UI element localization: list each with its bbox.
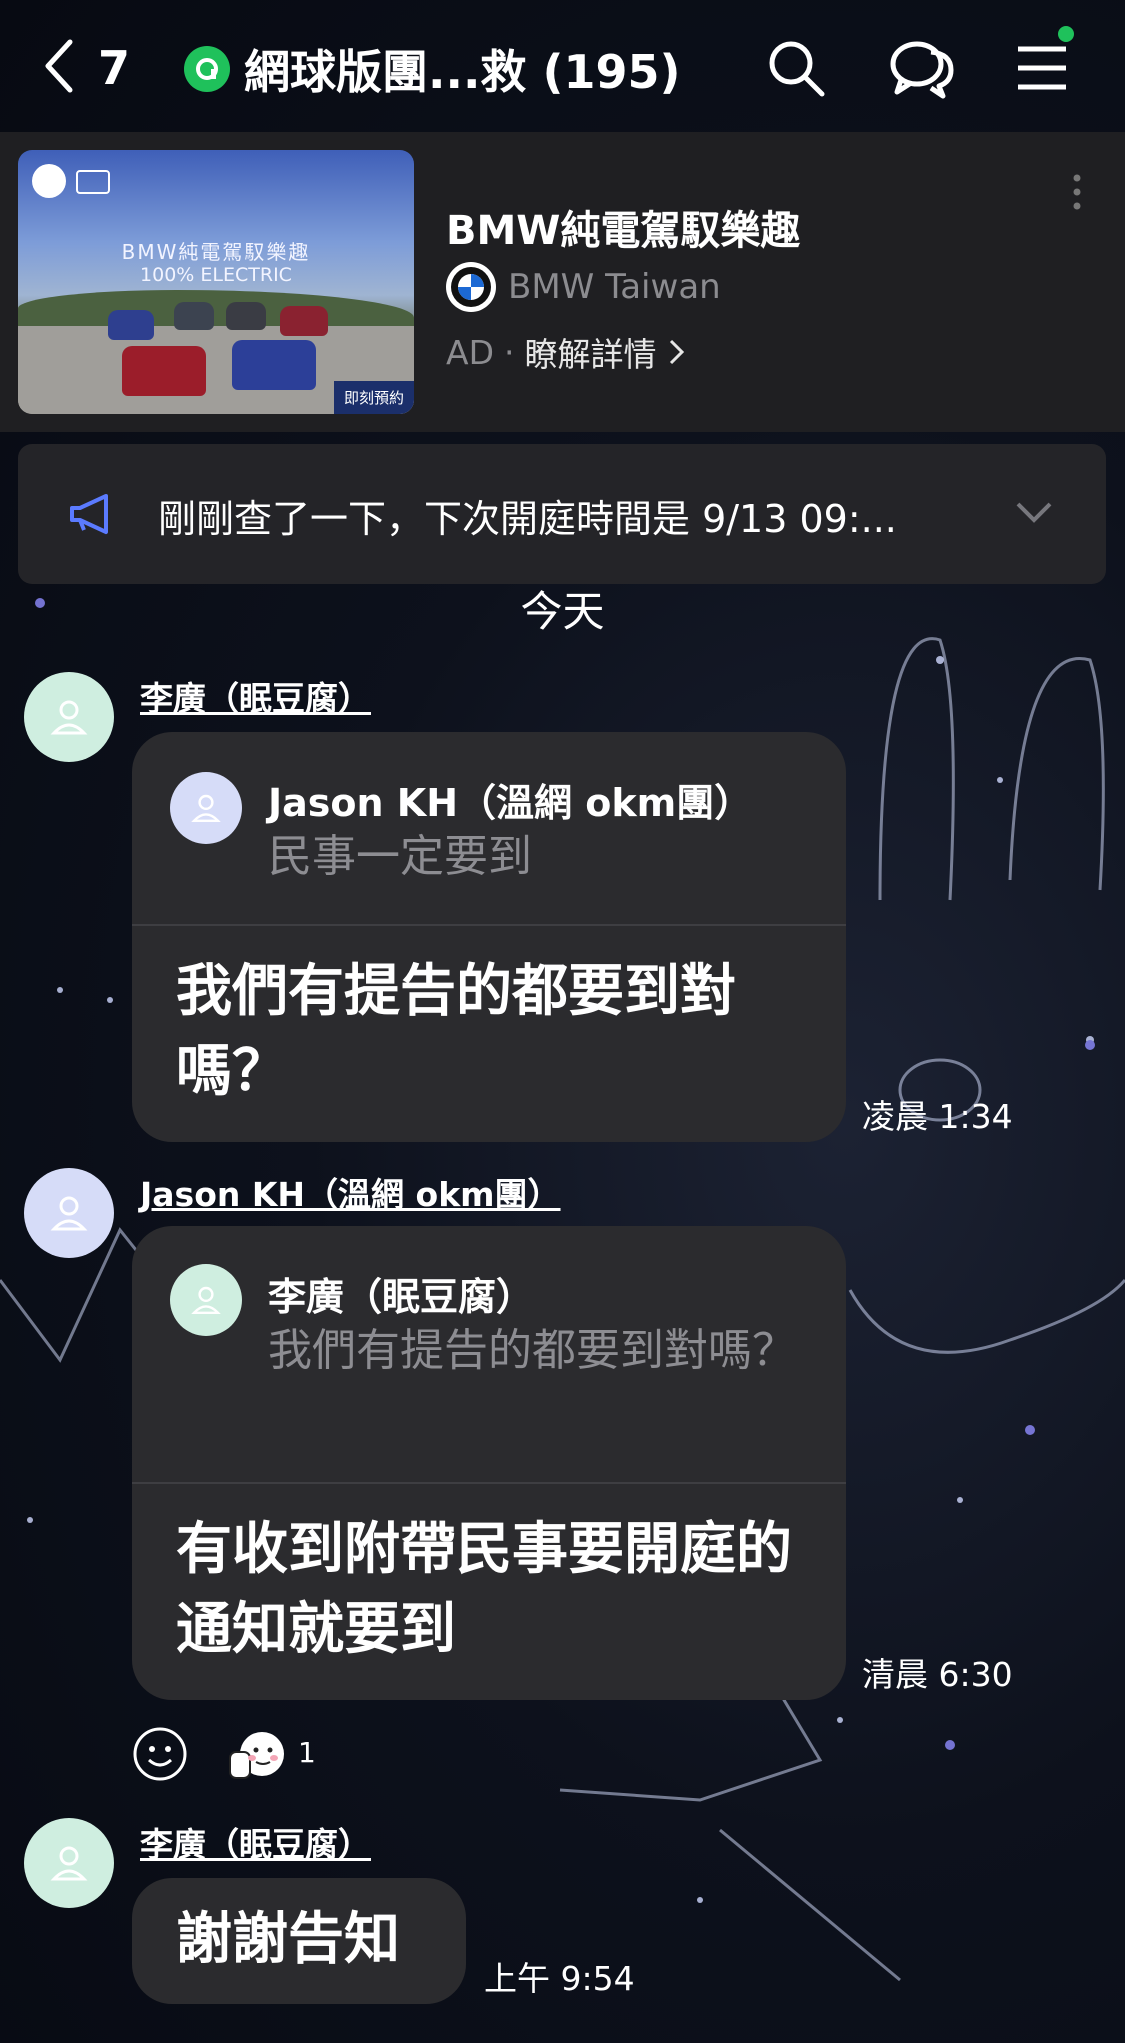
message-text: 有收到附帶民事要開庭的通知就要到 bbox=[176, 1517, 792, 1662]
sender-name[interactable]: 李廣（眠豆腐） bbox=[140, 672, 371, 720]
car-image bbox=[108, 310, 154, 340]
search-button[interactable] bbox=[760, 32, 832, 104]
message-time: 清晨 6:30 bbox=[862, 1655, 1013, 1694]
megaphone-icon bbox=[70, 494, 108, 534]
user-icon bbox=[50, 1846, 88, 1881]
reply-quote[interactable]: Jason KH（溫網 okm團） 民事一定要到 bbox=[132, 732, 846, 926]
thumbs-up-reaction-icon[interactable] bbox=[226, 1724, 288, 1782]
ad-title[interactable]: BMW純電駕馭樂趣 bbox=[446, 198, 800, 256]
more-options-icon[interactable] bbox=[1067, 172, 1087, 212]
reply-quote-text: 我們有提告的都要到對嗎？ bbox=[268, 1325, 796, 1376]
message-text: 謝謝告知 bbox=[176, 1907, 400, 1972]
message-bubble[interactable]: Jason KH（溫網 okm團） 民事一定要到 我們有提告的都要到對嗎？ bbox=[132, 732, 846, 1142]
announcement-text: 剛剛查了一下，下次開庭時間是 9/13 09:... bbox=[158, 497, 897, 541]
ad-label: AD bbox=[446, 332, 494, 372]
chat-header: 7 網球版團...救 (195) bbox=[0, 0, 1125, 132]
bmw-logo-icon bbox=[446, 262, 496, 312]
message-time: 凌晨 1:34 bbox=[862, 1097, 1013, 1136]
message-text: 我們有提告的都要到對嗎？ bbox=[176, 959, 736, 1104]
add-reaction-icon[interactable] bbox=[132, 1726, 188, 1782]
user-icon bbox=[191, 1286, 221, 1314]
learn-more-link[interactable]: 瞭解詳情 bbox=[525, 328, 657, 376]
back-chevron-icon bbox=[40, 38, 80, 98]
sender-name[interactable]: 李廣（眠豆腐） bbox=[140, 1818, 371, 1866]
advertiser-name: BMW Taiwan bbox=[508, 267, 721, 307]
reply-quote-text: 民事一定要到 bbox=[268, 831, 532, 882]
ad-advertiser[interactable]: BMW Taiwan bbox=[446, 262, 721, 312]
ad-image-subline: 100% ELECTRIC bbox=[140, 264, 292, 286]
avatar[interactable] bbox=[24, 1818, 114, 1908]
announcement-bar[interactable]: 剛剛查了一下，下次開庭時間是 9/13 09:... bbox=[18, 444, 1106, 584]
notification-dot bbox=[1058, 26, 1074, 42]
message-bubble[interactable]: 李廣（眠豆腐） 我們有提告的都要到對嗎？ 有收到附帶民事要開庭的通知就要到 bbox=[132, 1226, 846, 1700]
ad-image-cta[interactable]: 即刻預約 bbox=[333, 381, 414, 414]
car-image bbox=[174, 302, 214, 330]
chat-title-area[interactable]: 網球版團...救 (195) bbox=[184, 36, 681, 102]
chat-title: 網球版團...救 (195) bbox=[244, 45, 681, 99]
reply-sender-name: 李廣（眠豆腐） bbox=[268, 1275, 535, 1319]
date-separator: 今天 bbox=[520, 587, 605, 636]
search-icon bbox=[769, 41, 825, 97]
avatar[interactable] bbox=[24, 1168, 114, 1258]
reply-avatar bbox=[170, 1264, 242, 1336]
reaction-count: 1 bbox=[298, 1736, 316, 1769]
user-icon bbox=[50, 700, 88, 735]
threads-button[interactable] bbox=[886, 32, 958, 104]
avatar[interactable] bbox=[24, 672, 114, 762]
back-button[interactable]: 7 bbox=[40, 36, 160, 100]
ad-image[interactable]: BMW純電駕馭樂趣 100% ELECTRIC 即刻預約 bbox=[18, 150, 414, 414]
reply-quote[interactable]: 李廣（眠豆腐） 我們有提告的都要到對嗎？ bbox=[132, 1226, 846, 1484]
message-time: 上午 9:54 bbox=[484, 1959, 635, 1998]
user-icon bbox=[191, 794, 221, 822]
ad-separator: · bbox=[504, 332, 515, 372]
chat-bubbles-icon bbox=[890, 41, 954, 99]
menu-button[interactable] bbox=[1006, 26, 1078, 104]
bmw-i-logo-icon bbox=[76, 170, 110, 194]
menu-icon bbox=[1018, 46, 1066, 90]
chevron-down-icon[interactable] bbox=[1014, 496, 1054, 528]
bmw-logo-icon bbox=[32, 164, 66, 198]
message-bubble[interactable]: 謝謝告知 bbox=[132, 1878, 466, 2004]
car-image bbox=[280, 306, 328, 336]
car-image bbox=[226, 302, 266, 330]
chevron-right-icon bbox=[669, 339, 684, 365]
sender-name[interactable]: Jason KH（溫網 okm團） bbox=[140, 1168, 561, 1216]
unread-count: 7 bbox=[98, 41, 131, 95]
reply-avatar bbox=[170, 772, 242, 844]
user-icon bbox=[50, 1196, 88, 1231]
car-image bbox=[232, 340, 316, 390]
ad-banner[interactable]: BMW純電駕馭樂趣 100% ELECTRIC 即刻預約 BMW純電駕馭樂趣 B… bbox=[0, 132, 1125, 432]
ad-image-headline: BMW純電駕馭樂趣 bbox=[121, 240, 311, 264]
ad-meta: AD · 瞭解詳情 bbox=[446, 328, 687, 376]
reply-sender-name: Jason KH（溫網 okm團） bbox=[268, 781, 753, 825]
car-image bbox=[122, 346, 206, 396]
openchat-icon bbox=[184, 46, 230, 92]
